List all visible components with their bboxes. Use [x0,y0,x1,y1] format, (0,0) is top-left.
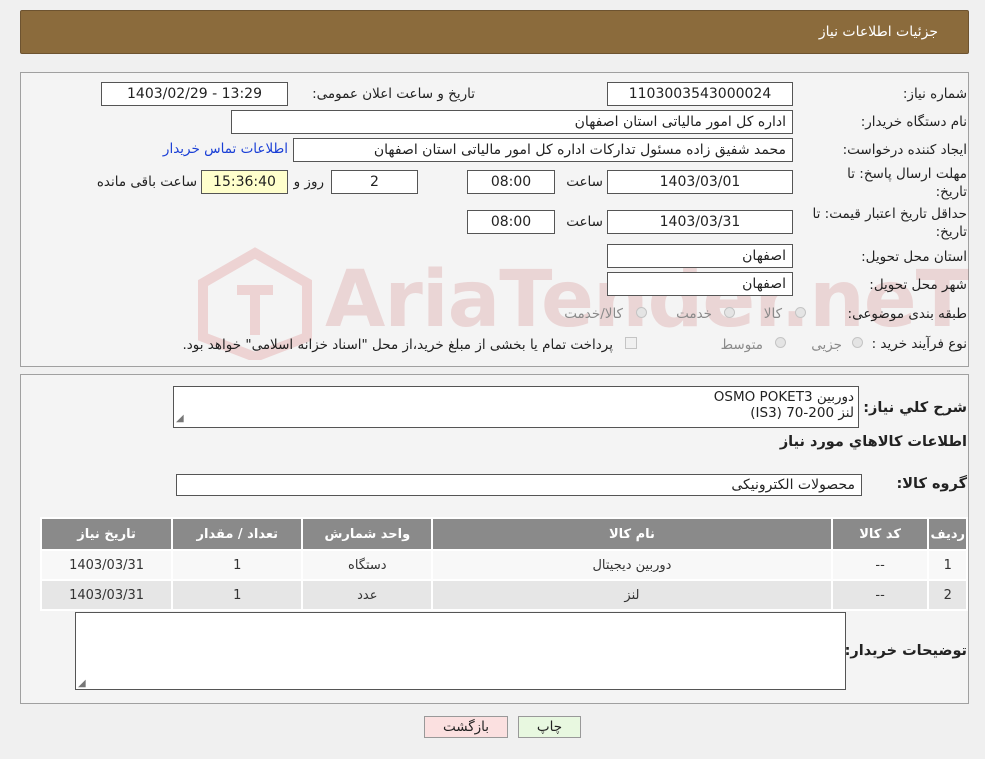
cell-need-date: 1403/03/31 [39,579,174,611]
cell-row-number: 1 [927,549,968,581]
cell-code: -- [830,549,930,581]
buyer-contact-link[interactable]: اطلاعات تماس خریدار [163,141,288,157]
goods-group-field: محصولات الکترونیکی [176,474,862,496]
resize-handle-icon[interactable]: ◢ [176,411,184,427]
price-validity-label: حداقل تاریخ اعتبار قیمت: تا [812,206,967,222]
page-header: جزئیات اطلاعات نیاز [20,10,969,54]
print-button[interactable]: چاپ [518,716,581,738]
col-header-row-number: ردیف [927,517,968,551]
province-label: استان محل تحویل: [861,249,967,265]
cell-name: لنز [431,579,833,611]
description-label: شرح كلي نياز: [863,400,967,416]
buyer-org-field: اداره کل امور مالیاتی استان اصفهان [231,110,793,134]
col-header-need-date: تاریخ نیاز [39,517,174,551]
response-time-field: 08:00 [467,170,555,194]
city-label: شهر محل تحویل: [869,277,967,293]
col-header-unit: واحد شمارش [301,517,434,551]
cell-code: -- [830,579,930,611]
category-option-goods: کالا [763,306,782,322]
purchase-type-label: نوع فرآیند خرید : [871,336,967,352]
remaining-label: ساعت باقی مانده [96,174,197,190]
purchase-option-medium: متوسط [720,337,763,353]
items-section-title: اطلاعات كالاهاي مورد نياز [779,434,967,450]
description-line-1: دوربین OSMO POKET3 [713,389,854,405]
category-radio-goods-service[interactable] [636,307,647,318]
buyer-notes-textarea[interactable]: ◢ [75,612,846,690]
col-header-quantity: تعداد / مقدار [171,517,304,551]
goods-group-label: گروه كالا: [896,476,967,492]
cell-quantity: 1 [171,579,304,611]
cell-name: دوربین دیجیتال [431,549,833,581]
response-date-field: 1403/03/01 [607,170,793,194]
items-table: ردیف کد کالا نام کالا واحد شمارش تعداد /… [39,517,968,611]
need-number-field: 1103003543000024 [607,82,793,106]
requester-label: ایجاد کننده درخواست: [842,142,967,158]
cell-row-number: 2 [927,579,968,611]
response-deadline-label-line2: تاریخ: [935,184,967,200]
treasury-bonds-note: پرداخت تمام یا بخشی از مبلغ خرید،از محل … [182,337,613,353]
days-field: 2 [331,170,418,194]
buyer-org-label: نام دستگاه خریدار: [860,114,967,130]
category-label: طبقه بندی موضوعی: [847,306,967,322]
description-line-2: لنز 200-70 (IS3) [750,405,854,421]
back-button[interactable]: بازگشت [424,716,508,738]
col-header-code: کد کالا [830,517,930,551]
category-radio-goods[interactable] [795,307,806,318]
price-validity-time-label: ساعت [566,214,603,230]
announce-label: تاریخ و ساعت اعلان عمومی: [312,86,475,102]
table-row: 1 -- دوربین دیجیتال دستگاه 1 1403/03/31 [39,549,968,581]
cell-need-date: 1403/03/31 [39,549,174,581]
price-validity-date-field: 1403/03/31 [607,210,793,234]
purchase-option-minor: جزیی [811,337,842,353]
table-header-row: ردیف کد کالا نام کالا واحد شمارش تعداد /… [39,517,968,551]
requester-field: محمد شفیق زاده مسئول تداركات اداره کل ام… [293,138,793,162]
col-header-name: نام کالا [431,517,833,551]
buyer-notes-label: توضیحات خریدار: [844,643,967,659]
cell-unit: عدد [301,579,434,611]
resize-handle-icon[interactable]: ◢ [78,678,86,689]
purchase-radio-minor[interactable] [852,337,863,348]
purchase-radio-medium[interactable] [775,337,786,348]
category-option-goods-service: کالا/خدمت [564,306,623,322]
response-time-label: ساعت [566,174,603,190]
category-radio-service[interactable] [724,307,735,318]
cell-quantity: 1 [171,549,304,581]
treasury-bonds-checkbox[interactable] [625,337,637,349]
remaining-time-field: 15:36:40 [201,170,288,194]
price-validity-time-field: 08:00 [467,210,555,234]
category-option-service: خدمت [676,306,712,322]
response-deadline-label: مهلت ارسال پاسخ: تا [847,166,967,182]
cell-unit: دستگاه [301,549,434,581]
province-field: اصفهان [607,244,793,268]
announce-datetime-field: 1403/02/29 - 13:29 [101,82,288,106]
description-textarea[interactable]: دوربین OSMO POKET3 لنز 200-70 (IS3) ◢ [173,386,859,428]
need-number-label: شماره نیاز: [902,86,967,102]
city-field: اصفهان [607,272,793,296]
price-validity-label-line2: تاریخ: [935,224,967,240]
page-title: جزئیات اطلاعات نیاز [818,24,938,40]
table-row: 2 -- لنز عدد 1 1403/03/31 [39,579,968,611]
days-label: روز و [293,174,324,190]
